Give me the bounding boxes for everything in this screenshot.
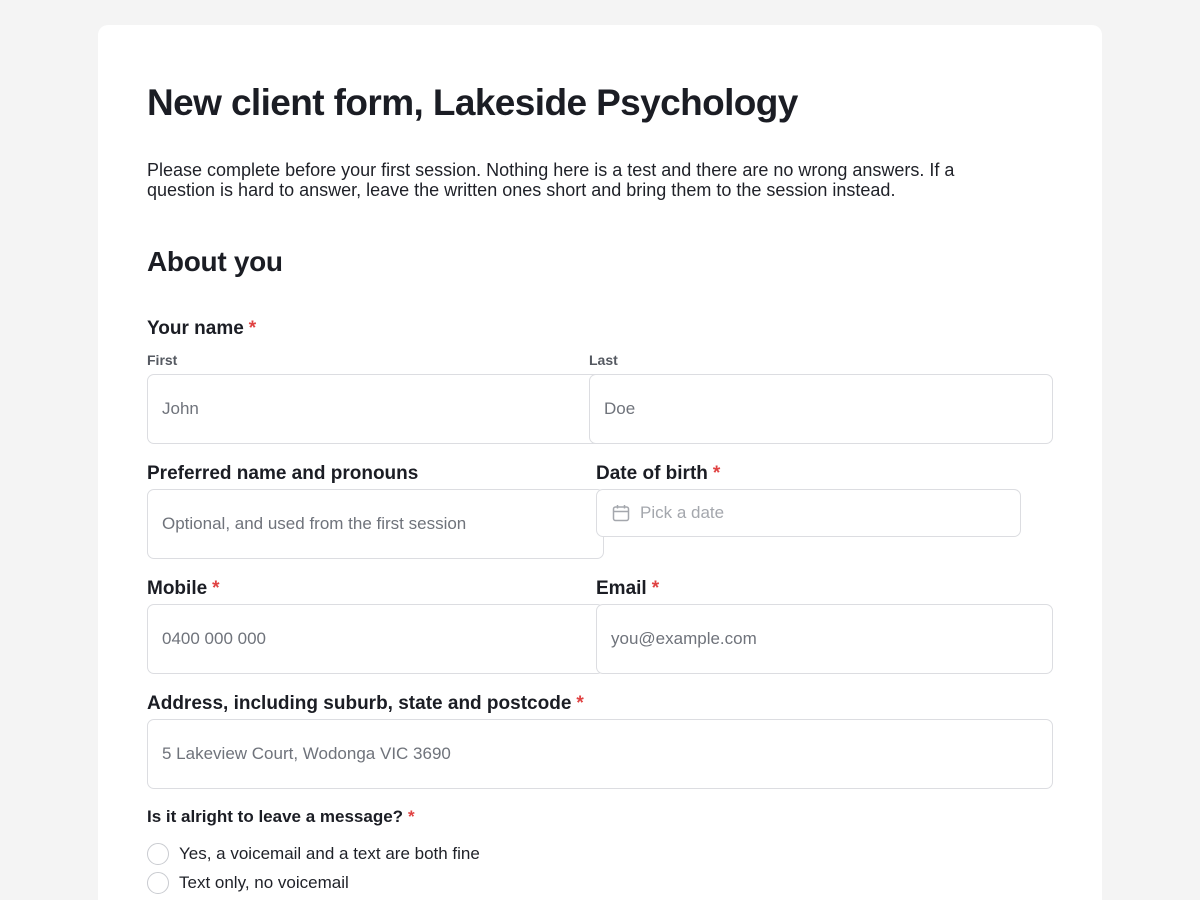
message-option-text-only[interactable]: Text only, no voicemail	[147, 872, 349, 894]
email-label-text: Email	[596, 578, 647, 599]
preferred-name-input[interactable]	[147, 489, 604, 559]
address-label-text: Address, including suburb, state and pos…	[147, 693, 572, 714]
preferred-name-label: Preferred name and pronouns	[147, 463, 419, 484]
dob-label-text: Date of birth	[596, 463, 708, 484]
mobile-label-text: Mobile	[147, 578, 208, 599]
dob-date-picker[interactable]: Pick a date	[596, 489, 1021, 537]
radio-label: Yes, a voicemail and a text are both fin…	[179, 844, 480, 863]
radio-label: Text only, no voicemail	[179, 873, 349, 892]
message-preference-label-text: Is it alright to leave a message?	[147, 807, 404, 826]
email-label: Email *	[596, 578, 659, 600]
radio-button[interactable]	[147, 843, 169, 865]
required-marker: *	[408, 807, 415, 826]
first-name-input[interactable]	[147, 374, 602, 444]
address-input[interactable]	[147, 719, 1053, 789]
radio-button[interactable]	[147, 872, 169, 894]
form-intro: Please complete before your first sessio…	[147, 160, 955, 200]
mobile-label: Mobile *	[147, 578, 220, 600]
required-marker: *	[712, 463, 721, 484]
required-marker: *	[651, 578, 660, 599]
dob-placeholder: Pick a date	[640, 503, 725, 522]
email-input[interactable]	[596, 604, 1053, 674]
last-name-input[interactable]	[589, 374, 1053, 444]
section-title-about-you: About you	[147, 246, 283, 277]
calendar-icon	[612, 505, 630, 522]
first-name-sublabel: First	[147, 352, 178, 368]
message-preference-label: Is it alright to leave a message? *	[147, 807, 415, 827]
required-marker: *	[576, 693, 584, 714]
required-marker: *	[248, 318, 257, 339]
your-name-label-text: Your name	[147, 318, 244, 339]
page-title: New client form, Lakeside Psychology	[147, 82, 798, 123]
dob-label: Date of birth *	[596, 463, 720, 485]
address-label: Address, including suburb, state and pos…	[147, 693, 584, 715]
your-name-label: Your name *	[147, 318, 256, 340]
mobile-input[interactable]	[147, 604, 604, 674]
last-name-sublabel: Last	[589, 352, 618, 368]
required-marker: *	[212, 578, 220, 599]
message-option-voicemail-and-text[interactable]: Yes, a voicemail and a text are both fin…	[147, 843, 480, 865]
